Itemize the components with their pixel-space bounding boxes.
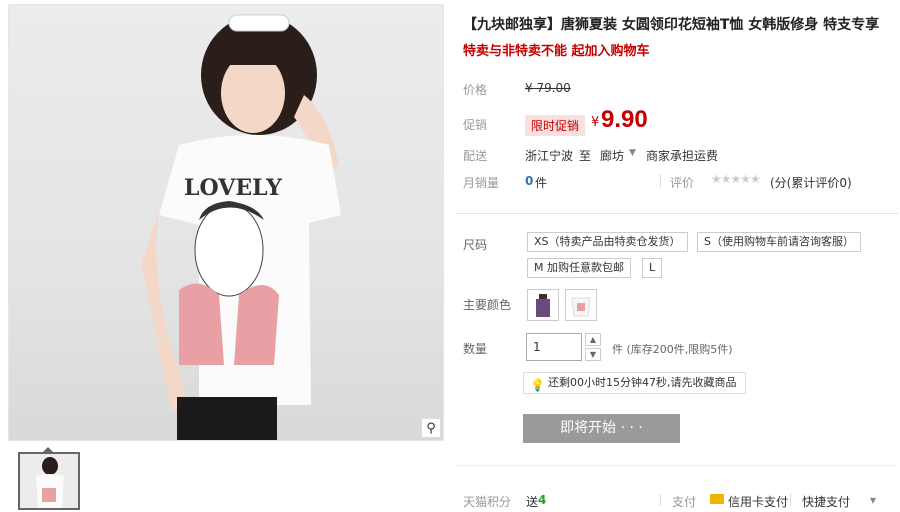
shirt-print-text: LOVELY	[184, 175, 282, 201]
points-value: 4	[538, 493, 547, 507]
product-title: 【九块邮独享】唐狮夏装 女圆领印花短袖T恤 女韩版修身 特支专享	[463, 17, 880, 33]
promo-label: 促销	[463, 118, 488, 132]
monthly-sales-count: 0	[525, 174, 534, 188]
lightbulb-icon: 💡	[530, 378, 545, 392]
rating-label: 评价	[670, 176, 695, 190]
size-option-s[interactable]: S（使用购物车前请咨询客服）	[697, 232, 861, 252]
color-option-2[interactable]	[565, 289, 597, 321]
price-info-box: 价格 ¥ 79.00 促销 限时促销 ¥ 9.90 配送 浙江宁波 至 廊坊 ▼…	[455, 68, 898, 198]
quick-payment[interactable]: 快捷支付	[802, 493, 850, 510]
main-product-image[interactable]: LOVELY ⚲	[8, 4, 444, 441]
color-option-1[interactable]	[527, 289, 559, 321]
promo-tag: 限时促销	[525, 115, 586, 136]
original-price: ¥ 79.00	[525, 81, 571, 95]
points-send: 送	[526, 495, 539, 509]
shipping-to-word: 至	[579, 149, 592, 163]
color-label: 主要颜色	[463, 298, 512, 312]
quantity-label: 数量	[463, 342, 488, 356]
product-subtitle: 特卖与非特卖不能 起加入购物车	[463, 44, 650, 59]
divider	[790, 494, 791, 506]
countdown-notice: 💡 还剩00小时15分钟47秒,请先收藏商品	[523, 372, 746, 394]
monthly-sales-unit: 件	[535, 176, 548, 190]
rating-stars-icon: ★★★★★	[711, 172, 761, 186]
thumbnail-strip	[8, 444, 444, 512]
chevron-down-icon[interactable]: ▼	[629, 148, 636, 158]
shipping-destination[interactable]: 廊坊	[600, 147, 624, 164]
divider	[660, 494, 661, 506]
shipping-fee: 商家承担运费	[646, 149, 719, 163]
divider	[455, 213, 898, 214]
quantity-increase-icon[interactable]: ▲	[585, 333, 601, 346]
size-option-l[interactable]: L	[642, 258, 663, 278]
payment-label: 支付	[672, 495, 697, 509]
current-price: 9.90	[601, 106, 648, 133]
price-label: 价格	[463, 83, 488, 97]
shipping-from: 浙江宁波	[525, 149, 574, 163]
quantity-decrease-icon[interactable]: ▼	[585, 348, 601, 361]
size-option-m[interactable]: M 加购任意款包邮	[527, 258, 631, 278]
size-option-xs[interactable]: XS（特卖产品由特卖仓发货）	[527, 232, 688, 252]
coming-soon-button[interactable]: 即将开始 · · ·	[523, 414, 680, 443]
chevron-down-icon[interactable]: ▾	[870, 493, 876, 507]
monthly-sales-label: 月销量	[463, 176, 500, 190]
size-label: 尺码	[463, 238, 488, 252]
countdown-text: 还剩00小时15分钟47秒,请先收藏商品	[548, 376, 737, 389]
quantity-input[interactable]	[526, 333, 582, 361]
shipping-label: 配送	[463, 149, 488, 163]
credit-card-icon	[710, 494, 724, 504]
credit-card-payment[interactable]: 信用卡支付	[728, 493, 788, 510]
divider	[455, 465, 898, 466]
thumbnail-1[interactable]	[18, 452, 80, 510]
rating-text[interactable]: (分(累计评价0)	[770, 174, 852, 191]
divider	[660, 174, 661, 188]
currency-symbol: ¥	[591, 115, 600, 130]
quantity-stock-text: 件 (库存200件,限购5件)	[612, 343, 733, 356]
points-label: 天猫积分	[463, 495, 512, 509]
zoom-icon[interactable]: ⚲	[421, 418, 441, 438]
